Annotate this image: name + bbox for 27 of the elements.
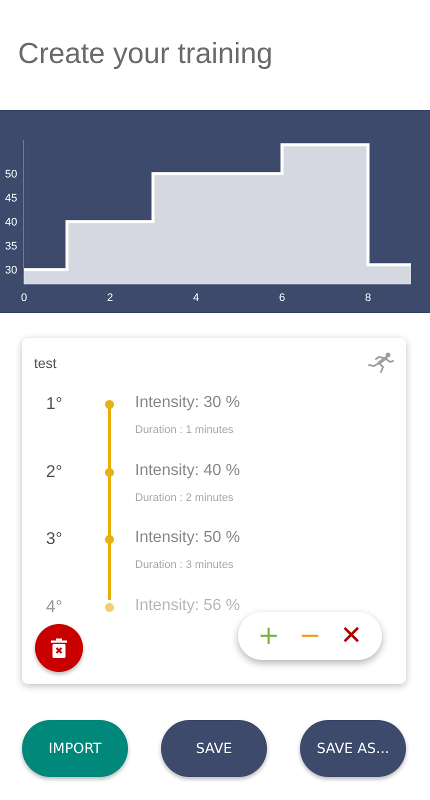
action-button[interactable]: SAVE — [161, 720, 267, 777]
action-button[interactable]: IMPORT — [22, 720, 128, 777]
y-tick-label: 40 — [5, 216, 18, 229]
step-number: 3° — [45, 529, 64, 549]
y-tick-label: 45 — [5, 192, 18, 205]
x-tick-label: 0 — [20, 292, 28, 304]
step-intensity: Intensity: 56 % — [135, 596, 240, 614]
step-duration: Duration : 3 minutes — [135, 559, 234, 571]
x-tick-label: 2 — [106, 292, 114, 304]
y-tick-label: 50 — [5, 168, 18, 181]
training-name: test — [34, 355, 57, 371]
close-button[interactable]: ✕ — [336, 623, 366, 649]
page-title: Create your training — [17, 37, 274, 72]
step-intensity: Intensity: 30 % — [135, 394, 240, 412]
action-button[interactable]: SAVE AS... — [300, 720, 406, 777]
step-duration: Duration : 1 minutes — [135, 424, 234, 436]
step-duration: Duration : 2 minutes — [135, 492, 234, 504]
x-tick-label: 6 — [278, 292, 286, 304]
step-intensity: Intensity: 50 % — [135, 529, 240, 547]
step-number: 2° — [45, 462, 64, 482]
step-number: 1° — [45, 394, 64, 414]
y-tick-label: 30 — [5, 264, 18, 277]
step-number: 4° — [45, 596, 64, 616]
step-intensity: Intensity: 40 % — [135, 462, 240, 480]
x-tick-label: 4 — [192, 292, 200, 304]
x-tick-label: 8 — [364, 292, 372, 304]
y-tick-label: 35 — [5, 240, 18, 253]
